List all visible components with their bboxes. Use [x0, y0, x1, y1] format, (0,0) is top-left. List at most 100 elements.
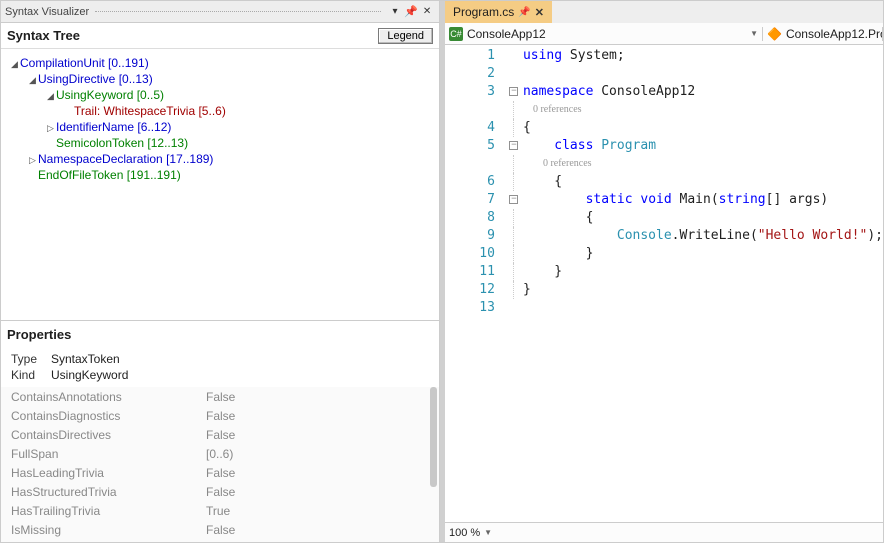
- property-row[interactable]: ContainsDiagnosticsFalse: [1, 406, 439, 425]
- tree-node-label[interactable]: IdentifierName [6..12): [56, 120, 171, 134]
- line-number: 8: [445, 209, 495, 227]
- properties-title: Properties: [7, 327, 71, 342]
- code-line[interactable]: {: [523, 209, 883, 227]
- csharp-icon: C#: [449, 27, 463, 41]
- header-grip[interactable]: [95, 11, 381, 12]
- property-key: HasTrailingTrivia: [11, 504, 206, 518]
- prop-kind-value: UsingKeyword: [51, 368, 128, 382]
- line-number: 6: [445, 173, 495, 191]
- fold-gutter[interactable]: − − −: [505, 45, 523, 522]
- project-combo[interactable]: C# ConsoleApp12 ▼: [445, 27, 763, 41]
- code-line[interactable]: }: [523, 281, 883, 299]
- tree-node[interactable]: ◢CompilationUnit [0..191): [5, 55, 435, 71]
- property-key: Language: [11, 542, 206, 543]
- property-row[interactable]: ContainsAnnotationsFalse: [1, 387, 439, 406]
- line-number: 1: [445, 47, 495, 65]
- type-combo-text: ConsoleApp12.Pro: [786, 27, 883, 41]
- property-value: False: [206, 428, 429, 442]
- tree-node-label[interactable]: UsingDirective [0..13): [38, 72, 153, 86]
- code-line[interactable]: [523, 65, 883, 83]
- codelens[interactable]: 0 references: [523, 155, 883, 173]
- tree-node-label[interactable]: CompilationUnit [0..191): [20, 56, 149, 70]
- tree-node-label[interactable]: NamespaceDeclaration [17..189): [38, 152, 213, 166]
- line-number: 2: [445, 65, 495, 83]
- panel-header: Syntax Visualizer ▾ 📌 ✕: [1, 1, 439, 23]
- code-line[interactable]: static void Main(string[] args): [523, 191, 883, 209]
- tree-node-label[interactable]: EndOfFileToken [191..191): [38, 168, 181, 182]
- close-icon[interactable]: ✕: [419, 4, 435, 20]
- property-row[interactable]: ContainsDirectivesFalse: [1, 425, 439, 444]
- tree-node-label[interactable]: SemicolonToken [12..13): [56, 136, 188, 150]
- panel-title: Syntax Visualizer: [5, 6, 89, 18]
- zoom-combo[interactable]: 100 % ▼: [445, 527, 496, 539]
- editor-tabs: Program.cs 📌 ✕: [445, 1, 883, 23]
- codelens[interactable]: 0 references: [523, 101, 883, 119]
- code-line[interactable]: namespace ConsoleApp12: [523, 83, 883, 101]
- tab-label: Program.cs: [453, 5, 514, 19]
- property-row[interactable]: HasStructuredTriviaFalse: [1, 482, 439, 501]
- property-value: False: [206, 390, 429, 404]
- editor-panel: Program.cs 📌 ✕ C# ConsoleApp12 ▼ 🔶 Conso…: [445, 1, 883, 542]
- dropdown-icon: ▼: [484, 528, 492, 537]
- property-row[interactable]: FullSpan[0..6): [1, 444, 439, 463]
- code-line[interactable]: }: [523, 263, 883, 281]
- expand-icon[interactable]: ◢: [27, 75, 38, 86]
- scrollbar[interactable]: [430, 387, 437, 487]
- code-editor[interactable]: 12345678910111213 −−− using System;names…: [445, 45, 883, 522]
- properties-grid[interactable]: ContainsAnnotationsFalseContainsDiagnost…: [1, 387, 439, 542]
- code-line[interactable]: }: [523, 245, 883, 263]
- tree-node[interactable]: ▷EndOfFileToken [191..191): [5, 167, 435, 183]
- code-line[interactable]: Console.WriteLine("Hello World!");: [523, 227, 883, 245]
- dropdown-icon[interactable]: ▾: [387, 4, 403, 20]
- property-key: HasLeadingTrivia: [11, 466, 206, 480]
- code-line[interactable]: using System;: [523, 47, 883, 65]
- property-value: False: [206, 409, 429, 423]
- property-key: IsMissing: [11, 523, 206, 537]
- legend-button[interactable]: Legend: [378, 28, 433, 44]
- line-number: 5: [445, 137, 495, 155]
- fold-toggle[interactable]: −: [509, 87, 518, 96]
- property-row[interactable]: HasLeadingTriviaFalse: [1, 463, 439, 482]
- tree-node[interactable]: ◢UsingDirective [0..13): [5, 71, 435, 87]
- expand-icon[interactable]: ▷: [27, 155, 38, 166]
- expand-icon[interactable]: ◢: [9, 59, 20, 70]
- namespace-icon: 🔶: [767, 27, 782, 41]
- tree-node[interactable]: ◢UsingKeyword [0..5): [5, 87, 435, 103]
- pin-icon[interactable]: 📌: [403, 4, 419, 20]
- property-value: False: [206, 523, 429, 537]
- property-value: [0..6): [206, 447, 429, 461]
- code-content[interactable]: using System; namespace ConsoleApp12 0 re…: [523, 45, 883, 522]
- prop-kind-label: Kind: [11, 368, 51, 382]
- properties-header: Properties: [1, 321, 439, 347]
- property-value: False: [206, 466, 429, 480]
- property-row[interactable]: LanguageC#: [1, 539, 439, 542]
- tree-node[interactable]: ▷NamespaceDeclaration [17..189): [5, 151, 435, 167]
- tab-program-cs[interactable]: Program.cs 📌 ✕: [445, 1, 552, 23]
- tab-pin-icon[interactable]: 📌: [518, 7, 530, 18]
- fold-toggle[interactable]: −: [509, 195, 518, 204]
- zoom-bar: 100 % ▼: [445, 522, 883, 542]
- code-line[interactable]: {: [523, 173, 883, 191]
- tree-node[interactable]: ▷IdentifierName [6..12): [5, 119, 435, 135]
- fold-toggle[interactable]: −: [509, 141, 518, 150]
- tab-close-icon[interactable]: ✕: [535, 6, 544, 19]
- property-value: False: [206, 485, 429, 499]
- property-row[interactable]: IsMissingFalse: [1, 520, 439, 539]
- property-row[interactable]: HasTrailingTriviaTrue: [1, 501, 439, 520]
- line-number: 3: [445, 83, 495, 101]
- tree-node-label[interactable]: UsingKeyword [0..5): [56, 88, 164, 102]
- navigation-bar: C# ConsoleApp12 ▼ 🔶 ConsoleApp12.Pro: [445, 23, 883, 45]
- zoom-value: 100 %: [449, 527, 480, 539]
- tree-node[interactable]: ▷Trail: WhitespaceTrivia [5..6): [5, 103, 435, 119]
- code-line[interactable]: [523, 299, 883, 317]
- line-number: 10: [445, 245, 495, 263]
- expand-icon[interactable]: ▷: [45, 123, 56, 134]
- type-combo[interactable]: 🔶 ConsoleApp12.Pro: [763, 27, 883, 41]
- code-line[interactable]: class Program: [523, 137, 883, 155]
- syntax-tree[interactable]: ◢CompilationUnit [0..191)◢UsingDirective…: [1, 49, 439, 320]
- property-value: True: [206, 504, 429, 518]
- tree-node[interactable]: ▷SemicolonToken [12..13): [5, 135, 435, 151]
- expand-icon[interactable]: ◢: [45, 91, 56, 102]
- code-line[interactable]: {: [523, 119, 883, 137]
- tree-node-label[interactable]: Trail: WhitespaceTrivia [5..6): [74, 104, 226, 118]
